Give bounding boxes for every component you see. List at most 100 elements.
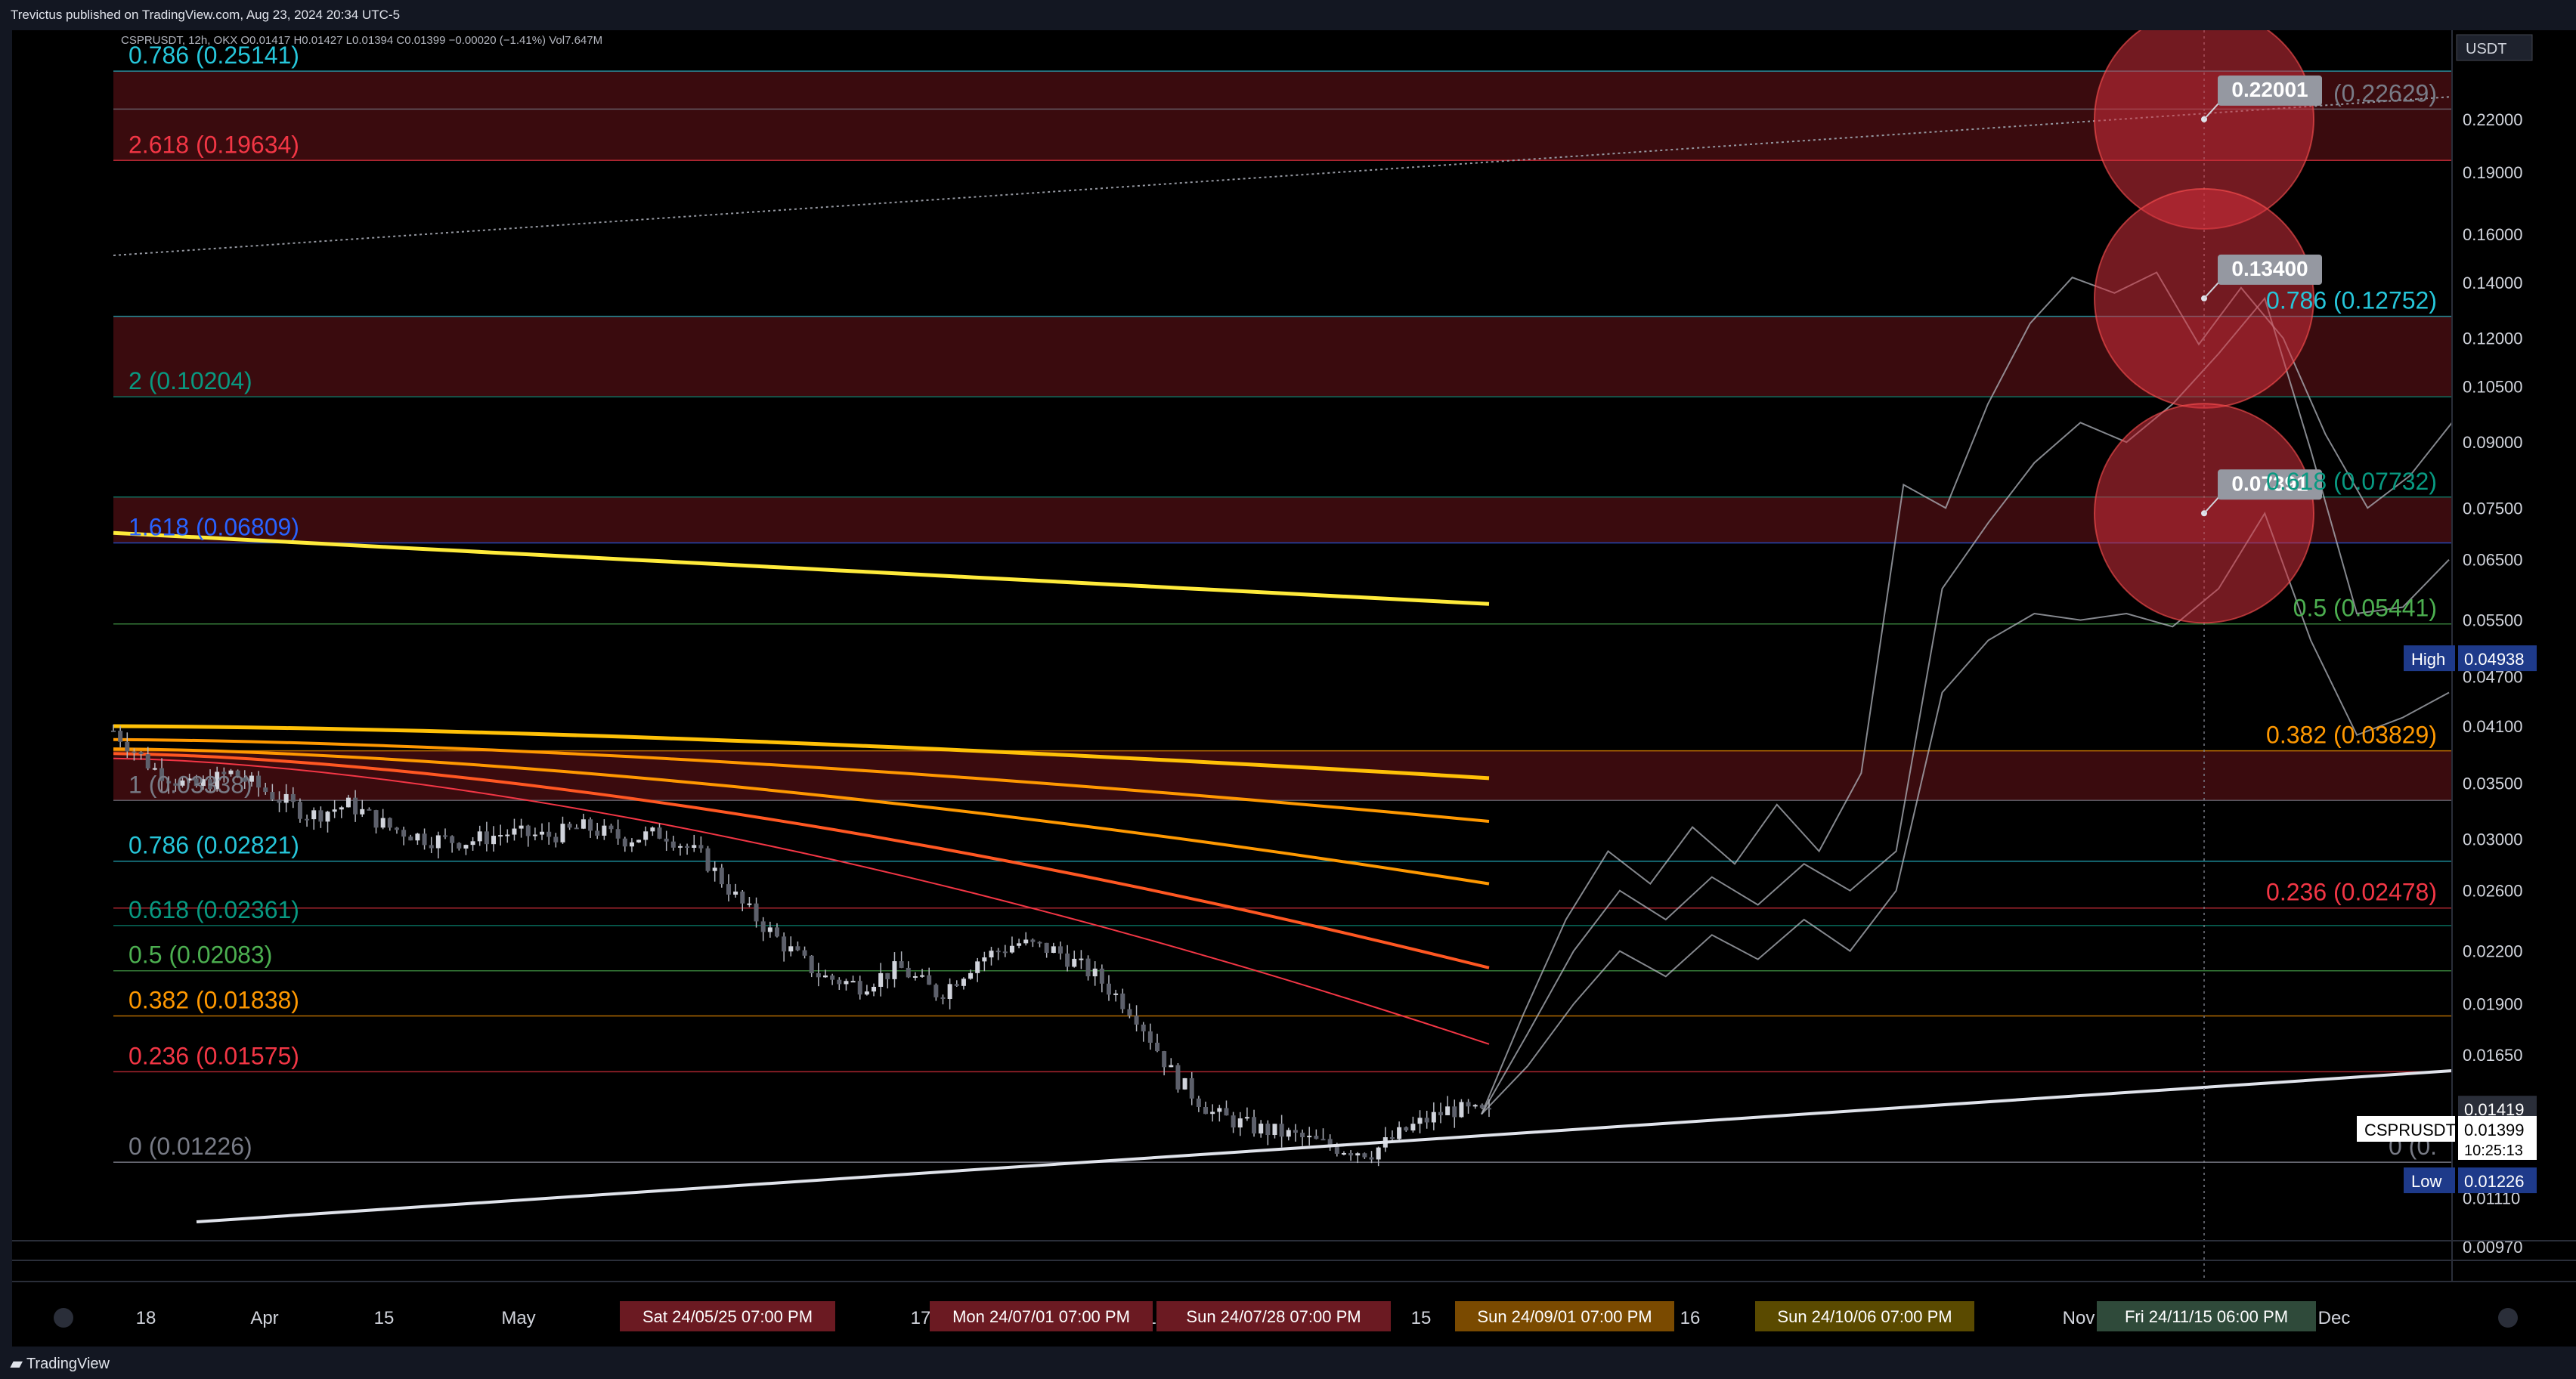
candle-body [540,831,545,835]
candle-body [1487,1108,1491,1110]
candle-body [1237,1118,1243,1128]
candle-body [145,754,150,768]
candle-body [747,903,752,905]
price-badge-value: 0.04938 [2464,650,2525,669]
candle-body [602,825,607,836]
candle-body [422,833,427,846]
candle-body [968,972,974,979]
price-tick-label: 0.02200 [2463,942,2523,961]
candle-body [1321,1139,1326,1141]
time-marker-label: Fri 24/11/15 06:00 PM [2125,1307,2288,1326]
candle-body [782,936,787,952]
candle-body [788,946,794,952]
candle-body [401,830,407,837]
candle-body [1362,1153,1367,1158]
candle-body [588,819,593,831]
auto-scale-icon[interactable] [2498,1308,2518,1328]
candle-body [1472,1105,1478,1107]
candle-body [1141,1024,1146,1031]
candle-body [450,836,455,843]
candle-body [1224,1108,1229,1116]
candle-body [477,831,482,842]
candle-body [657,827,662,839]
price-tick-label: 0.07500 [2463,499,2523,518]
candle-body [1404,1127,1409,1131]
target-circles[interactable]: 0.220010.134000.07391 [2094,30,2322,624]
candle-body [429,845,434,849]
candle-body [1300,1133,1305,1137]
candle-body [491,836,497,845]
price-tick-label: 0.01900 [2463,995,2523,1014]
candle-body [670,841,676,848]
candle-body [442,835,447,837]
candle-body [1099,968,1104,984]
candle-body [712,867,717,871]
price-tick-label: 0.04100 [2463,717,2523,736]
price-chart[interactable]: 0.220010.134000.07391 0.786 (0.25141)2.6… [0,30,2576,1347]
candle-body [519,825,524,829]
time-marker-label: Sun 24/10/06 07:00 PM [1777,1307,1952,1326]
candle-body [685,846,690,848]
price-tick-label: 0.03500 [2463,775,2523,793]
fib-label-left: 0.236 (0.01575) [128,1042,299,1069]
time-tick-label: Apr [250,1308,278,1328]
time-tick-label: Nov [2063,1308,2095,1328]
candle-body [636,839,642,843]
fib-label-left: 0.5 (0.02083) [128,941,272,969]
candle-body [809,955,814,973]
candle-body [1162,1051,1167,1068]
candle-body [995,951,1001,953]
candle-body [512,828,517,835]
candle-body [719,867,724,885]
candle-body [1175,1065,1181,1090]
candle-body [608,825,614,830]
candle-body [1030,939,1036,942]
badge-tag-label: High [2411,650,2445,669]
candle-body [1210,1112,1215,1115]
publish-info: Trevictus published on TradingView.com, … [11,8,401,22]
price-tick-label: 0.14000 [2463,274,2523,292]
candle-body [311,810,317,820]
time-marker-label: Mon 24/07/01 07:00 PM [952,1307,1130,1326]
candle-body [1252,1117,1257,1134]
candle-body [1009,945,1014,953]
candle-body [1037,941,1042,944]
candle-body [470,841,475,846]
candle-body [1189,1078,1194,1099]
candle-body [954,984,959,986]
candle-body [256,775,262,788]
candle-body [989,951,994,958]
candle-body [927,975,932,985]
candle-body [760,921,766,932]
price-tick-label: 0.02600 [2463,882,2523,901]
candle-body [345,797,351,808]
fib-label-right: 0.5 (0.05441) [2293,595,2437,622]
tradingview-logo[interactable]: ▰ TradingView [11,1354,110,1373]
candle-body [1182,1078,1187,1090]
fib-label-right: 0.618 (0.07732) [2266,468,2437,495]
candle-body [1389,1137,1395,1139]
candle-body [1134,1016,1139,1025]
time-tick-label: Dec [2318,1308,2351,1328]
candle-body [1147,1031,1153,1043]
time-marker-label: Sat 24/05/25 07:00 PM [642,1307,813,1326]
candle-body [1127,1009,1132,1016]
goto-start-icon[interactable] [54,1308,73,1328]
candle-body [1092,968,1098,977]
currency-label: USDT [2466,41,2506,57]
candle-body [844,981,849,985]
candle-body [830,975,835,980]
candle-body [132,751,137,753]
fib-label-left: 0 (0.01226) [128,1133,252,1160]
candle-body [1155,1042,1160,1052]
candle-body [373,810,379,828]
candle-body [1376,1147,1381,1160]
time-marker-label: Sun 24/07/28 07:00 PM [1186,1307,1361,1326]
candle-body [705,848,711,871]
candle-body [982,957,987,962]
candle-body [622,838,627,847]
badge-tag-label: Low [2411,1172,2441,1191]
candle-body [850,981,856,983]
candle-body [933,985,939,997]
candle-body [795,946,800,951]
